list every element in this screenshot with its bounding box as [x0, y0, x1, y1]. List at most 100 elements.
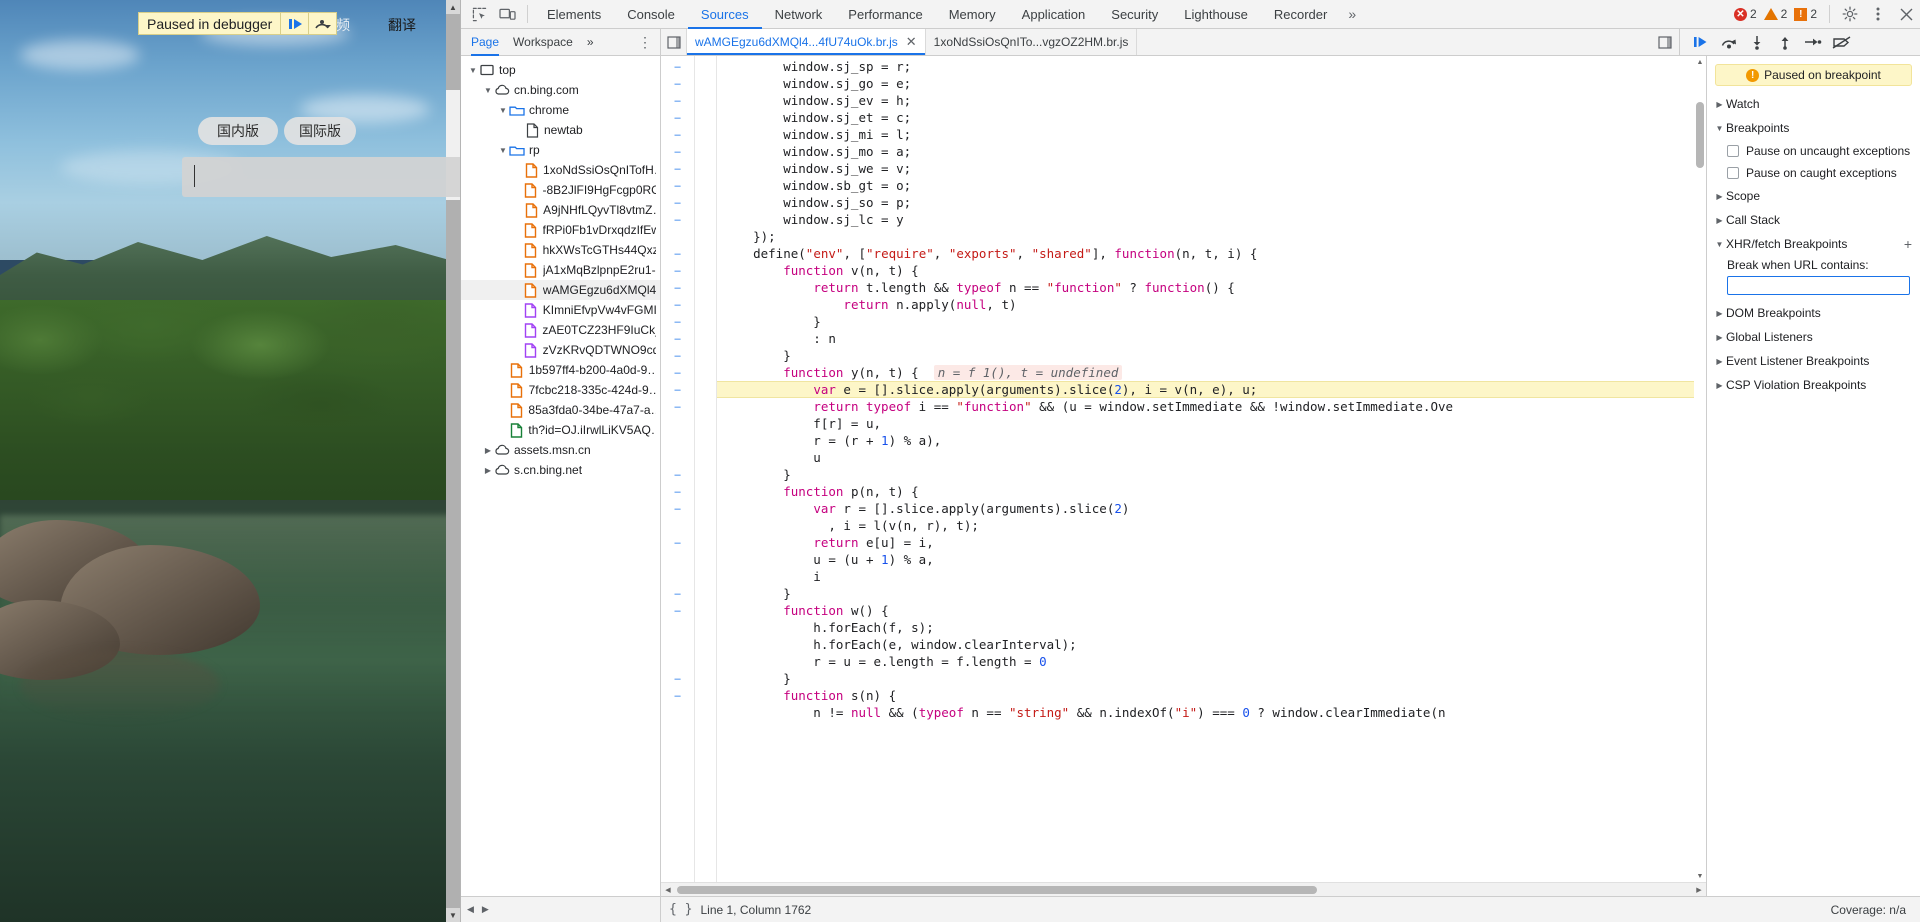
fold-marker[interactable]: – — [661, 330, 694, 347]
code-line[interactable]: } — [717, 466, 1706, 483]
fold-marker[interactable]: – — [661, 177, 694, 194]
section-scope[interactable]: ▶ Scope — [1707, 184, 1920, 208]
scroll-right-arrow-icon[interactable]: ▶ — [1692, 883, 1706, 896]
fold-marker[interactable] — [661, 228, 694, 245]
scroll-down-arrow-icon[interactable]: ▼ — [1694, 870, 1706, 882]
fold-marker[interactable] — [661, 551, 694, 568]
fold-marker[interactable]: – — [661, 58, 694, 75]
step-over-icon[interactable] — [308, 13, 336, 34]
toggle-debugger-sidebar-icon[interactable] — [1651, 29, 1679, 55]
tab-memory[interactable]: Memory — [936, 0, 1009, 29]
close-icon[interactable] — [1892, 1, 1920, 27]
fold-marker[interactable]: – — [661, 296, 694, 313]
code-line[interactable]: window.sj_sp = r; — [717, 58, 1706, 75]
xhr-url-input[interactable] — [1727, 276, 1910, 295]
fold-marker[interactable] — [661, 449, 694, 466]
section-event-listener-breakpoints[interactable]: ▶ Event Listener Breakpoints — [1707, 349, 1920, 373]
fold-marker[interactable]: – — [661, 398, 694, 415]
chevron-right-icon[interactable]: ▶ — [482, 446, 494, 455]
code-line[interactable]: window.sj_go = e; — [717, 75, 1706, 92]
tree-item[interactable]: hkXWsTcGTHs44Qxz… — [461, 240, 660, 260]
section-breakpoints[interactable]: ▼ Breakpoints — [1707, 116, 1920, 140]
code-line[interactable]: : n — [717, 330, 1706, 347]
chevron-down-icon[interactable]: ▼ — [497, 106, 509, 115]
tree-item[interactable]: wAMGEgzu6dXMQl4… — [461, 280, 660, 300]
tree-item[interactable]: KImniEfvpVw4vFGMI… — [461, 300, 660, 320]
chevron-down-icon[interactable]: ▼ — [467, 66, 479, 75]
fold-marker[interactable]: – — [661, 279, 694, 296]
fold-marker[interactable]: – — [661, 211, 694, 228]
code-line[interactable]: return t.length && typeof n == "function… — [717, 279, 1706, 296]
tree-item[interactable]: 7fcbc218-335c-424d-9… — [461, 380, 660, 400]
code-line[interactable]: window.sj_so = p; — [717, 194, 1706, 211]
fold-marker[interactable]: – — [661, 126, 694, 143]
tree-item[interactable]: ▼ top — [461, 60, 660, 80]
fold-marker[interactable]: – — [661, 92, 694, 109]
scroll-left-arrow-icon[interactable]: ◀ — [661, 883, 675, 896]
scroll-right-arrow-icon[interactable]: ▶ — [482, 904, 489, 915]
more-tabs-icon[interactable]: » — [1340, 6, 1364, 22]
fold-marker[interactable]: – — [661, 483, 694, 500]
code-line[interactable]: h.forEach(e, window.clearInterval); — [717, 636, 1706, 653]
code-line[interactable]: , i = l(v(n, r), t); — [717, 517, 1706, 534]
chevron-right-icon[interactable]: ▶ — [482, 466, 494, 475]
resume-icon[interactable] — [280, 13, 308, 34]
tab-sources[interactable]: Sources — [688, 0, 762, 29]
chevron-down-icon[interactable]: ▼ — [482, 86, 494, 95]
code-line[interactable]: return e[u] = i, — [717, 534, 1706, 551]
fold-marker[interactable] — [661, 517, 694, 534]
section-xhr-fetch-breakpoints[interactable]: ▼ XHR/fetch Breakpoints + — [1707, 232, 1920, 256]
kebab-menu-icon[interactable] — [1864, 1, 1892, 27]
inspect-element-icon[interactable] — [465, 1, 493, 27]
fold-marker[interactable]: – — [661, 160, 694, 177]
code-line[interactable]: window.sj_mi = l; — [717, 126, 1706, 143]
fold-marker[interactable]: – — [661, 143, 694, 160]
gear-icon[interactable] — [1836, 1, 1864, 27]
code-line[interactable]: window.sj_we = v; — [717, 160, 1706, 177]
code-line[interactable]: function y(n, t) { n = f 1(), t = undefi… — [717, 364, 1706, 381]
search-input[interactable] — [182, 157, 460, 197]
tab-performance[interactable]: Performance — [835, 0, 935, 29]
fold-marker[interactable]: – — [661, 687, 694, 704]
code-line[interactable]: r = (r + 1) % a), — [717, 432, 1706, 449]
fold-marker[interactable] — [661, 653, 694, 670]
page-scrollbar[interactable]: ▲ ▼ — [446, 0, 460, 922]
fold-marker[interactable]: – — [661, 466, 694, 483]
code-line[interactable]: } — [717, 585, 1706, 602]
tab-recorder[interactable]: Recorder — [1261, 0, 1340, 29]
fold-marker[interactable]: – — [661, 534, 694, 551]
scroll-down-arrow-icon[interactable]: ▼ — [446, 908, 460, 922]
code-line[interactable]: window.sj_ev = h; — [717, 92, 1706, 109]
tree-item[interactable]: ▶ assets.msn.cn — [461, 440, 660, 460]
tab-lighthouse[interactable]: Lighthouse — [1171, 0, 1261, 29]
close-icon[interactable]: ✕ — [906, 34, 917, 50]
translate-label[interactable]: 翻译 — [388, 15, 416, 35]
step-over-next-function-call-icon[interactable] — [1716, 30, 1742, 54]
fold-marker[interactable]: – — [661, 670, 694, 687]
warning-counter[interactable]: 2 — [1762, 7, 1790, 21]
tab-security[interactable]: Security — [1098, 0, 1171, 29]
tree-item[interactable]: ▶ s.cn.bing.net — [461, 460, 660, 480]
tree-item[interactable]: jA1xMqBzlpnpE2ru1-… — [461, 260, 660, 280]
code-content[interactable]: window.sj_sp = r; window.sj_go = e; wind… — [717, 56, 1706, 882]
tree-item[interactable]: -8B2JlFI9HgFcgp0RG… — [461, 180, 660, 200]
code-line[interactable]: } — [717, 670, 1706, 687]
fold-marker[interactable] — [661, 415, 694, 432]
fold-marker[interactable]: – — [661, 602, 694, 619]
deactivate-breakpoints-icon[interactable] — [1828, 30, 1854, 54]
tab-console[interactable]: Console — [614, 0, 688, 29]
file-tab-secondary[interactable]: 1xoNdSsiOsQnITo...vgzOZ2HM.br.js — [926, 29, 1138, 55]
checkbox[interactable] — [1727, 145, 1739, 157]
fold-marker[interactable]: – — [661, 75, 694, 92]
domestic-version-button[interactable]: 国内版 — [198, 117, 278, 145]
code-line[interactable]: h.forEach(f, s); — [717, 619, 1706, 636]
code-line[interactable]: return n.apply(null, t) — [717, 296, 1706, 313]
scrollbar-thumb[interactable] — [1696, 102, 1704, 168]
code-line[interactable]: u — [717, 449, 1706, 466]
scroll-up-arrow-icon[interactable]: ▲ — [446, 0, 460, 14]
fold-marker[interactable]: – — [661, 109, 694, 126]
add-breakpoint-icon[interactable]: + — [1904, 237, 1912, 251]
tree-item[interactable]: 85a3fda0-34be-47a7-a… — [461, 400, 660, 420]
toggle-navigator-icon[interactable] — [661, 29, 687, 55]
navigator-tab-workspace[interactable]: Workspace — [513, 29, 573, 56]
